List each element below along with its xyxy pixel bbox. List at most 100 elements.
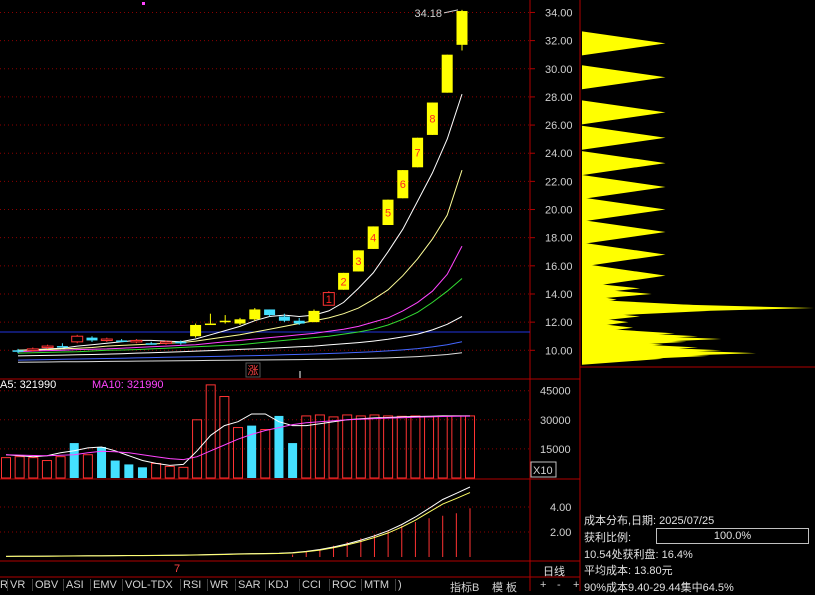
tab-separator: [7, 579, 8, 591]
indicator-tab[interactable]: WR: [210, 579, 228, 591]
average-cost: 平均成本: 13.80元: [584, 565, 673, 577]
stock-chart-canvas[interactable]: 1234 5 6 7 8 34.18 涨 10.00 12.00 14.00 16.00 18.00…: [0, 0, 815, 591]
volume-bar: [205, 384, 216, 479]
volume-bar: [396, 415, 407, 479]
volume-bar: [410, 415, 421, 479]
indicator-tab[interactable]: VOL-TDX: [125, 579, 173, 591]
chip-peak: [582, 220, 666, 245]
chip-peak: [582, 242, 666, 267]
toolbar-tab[interactable]: -: [557, 579, 561, 591]
period-label[interactable]: 日线: [543, 563, 565, 579]
candle-body: [278, 316, 290, 321]
volume-bar: [69, 443, 79, 478]
candle-body: [86, 337, 98, 341]
toolbar-tab[interactable]: +: [540, 579, 546, 591]
candle-body: [56, 346, 68, 348]
streak-count-label: 3: [355, 256, 361, 268]
volume-bar: [178, 466, 189, 479]
indicator-tab[interactable]: ROC: [332, 579, 356, 591]
toolbar-tab[interactable]: 指标B: [450, 579, 479, 595]
price-tick-label: 34.00: [545, 7, 573, 19]
price-tick-label: 18.00: [545, 233, 573, 245]
streak-count-label: 8: [429, 114, 435, 126]
volume-bar: [110, 460, 120, 478]
chip-peak: [582, 175, 666, 199]
tab-separator: [207, 579, 208, 591]
volume-bar: [355, 415, 366, 479]
tab-separator: [90, 579, 91, 591]
ma-line: [17, 245, 463, 353]
volume-bar: [164, 465, 175, 479]
candle-body: [456, 11, 468, 45]
candle-body: [26, 348, 39, 351]
candle-body: [293, 320, 305, 324]
price-tick-label: 20.00: [545, 205, 573, 217]
toolbar-tab[interactable]: 模 板: [492, 579, 517, 595]
indicator-line-2: [5, 492, 471, 557]
volume-bar: [451, 415, 462, 479]
streak-count-label: 2: [341, 276, 347, 288]
indicator-panel: [5, 486, 471, 557]
candle-body: [264, 309, 276, 316]
indicator-tab[interactable]: ASI: [66, 579, 84, 591]
volume-bar: [151, 462, 162, 479]
volume-bar: [14, 456, 25, 479]
volume-bar: [28, 457, 39, 479]
indicator-tab[interactable]: KDJ: [268, 579, 289, 591]
volume-bar: [424, 416, 435, 479]
volume-unit-label: X10: [533, 465, 553, 477]
chip-peak: [582, 31, 666, 56]
volume-bar: [328, 416, 339, 479]
tab-separator: [32, 579, 33, 591]
indicator-tab[interactable]: CCI: [302, 579, 321, 591]
candle-body: [130, 339, 143, 343]
volume-tick-label: 30000: [540, 415, 571, 427]
profit-ratio-label: 获利比例:: [584, 532, 632, 544]
candle-body: [100, 338, 113, 342]
volume-bar: [274, 415, 284, 478]
volume-bar: [342, 414, 353, 479]
toolbar-tab[interactable]: +: [573, 579, 579, 591]
indicator-tab[interactable]: VR: [10, 579, 25, 591]
price-tick-label: 10.00: [545, 345, 573, 357]
indicator-tab[interactable]: EMV: [93, 579, 117, 591]
volume-bar: [219, 396, 230, 479]
streak-count-label: 1: [326, 294, 332, 306]
volume-tick-label: 15000: [540, 444, 571, 456]
tab-separator: [395, 579, 396, 591]
price-tick-label: 16.00: [545, 261, 573, 273]
max-price-label: 34.18: [414, 8, 442, 20]
volume-bar: [55, 456, 66, 479]
indicator-tab[interactable]: SAR: [238, 579, 261, 591]
indicator-tab[interactable]: RSI: [183, 579, 201, 591]
indicator-tab[interactable]: OBV: [35, 579, 58, 591]
top-marker-dot: [142, 2, 145, 5]
candle-body: [145, 343, 157, 345]
candle-body: [12, 350, 24, 352]
chip-peak: [582, 197, 666, 222]
tab-separator: [329, 579, 330, 591]
tab-separator: [122, 579, 123, 591]
volume-bar: [437, 415, 448, 479]
tab-separator: [180, 579, 181, 591]
ma-line: [17, 278, 463, 354]
candle-body: [441, 54, 453, 93]
candle-body: [175, 341, 187, 344]
volume-bar: [383, 415, 394, 479]
volume-ma5-legend: A5: 321990: [0, 379, 57, 391]
profit-ratio-value: 100.0%: [656, 528, 809, 544]
chip-peak: [582, 100, 666, 125]
price-tick-label: 30.00: [545, 64, 573, 76]
candle-body: [41, 345, 54, 349]
indicator-tab[interactable]: MTM: [364, 579, 389, 591]
date-marker: 7: [174, 563, 181, 575]
chip-distribution: [582, 31, 814, 365]
volume-bar: [82, 454, 93, 479]
streak-count-label: 4: [370, 233, 376, 245]
indicator-tab[interactable]: ): [398, 579, 402, 591]
volume-bar: [369, 414, 380, 479]
candle-body: [249, 309, 261, 320]
price-tick-label: 22.00: [545, 176, 573, 188]
price-tick-label: 12.00: [545, 317, 573, 329]
tab-separator: [235, 579, 236, 591]
